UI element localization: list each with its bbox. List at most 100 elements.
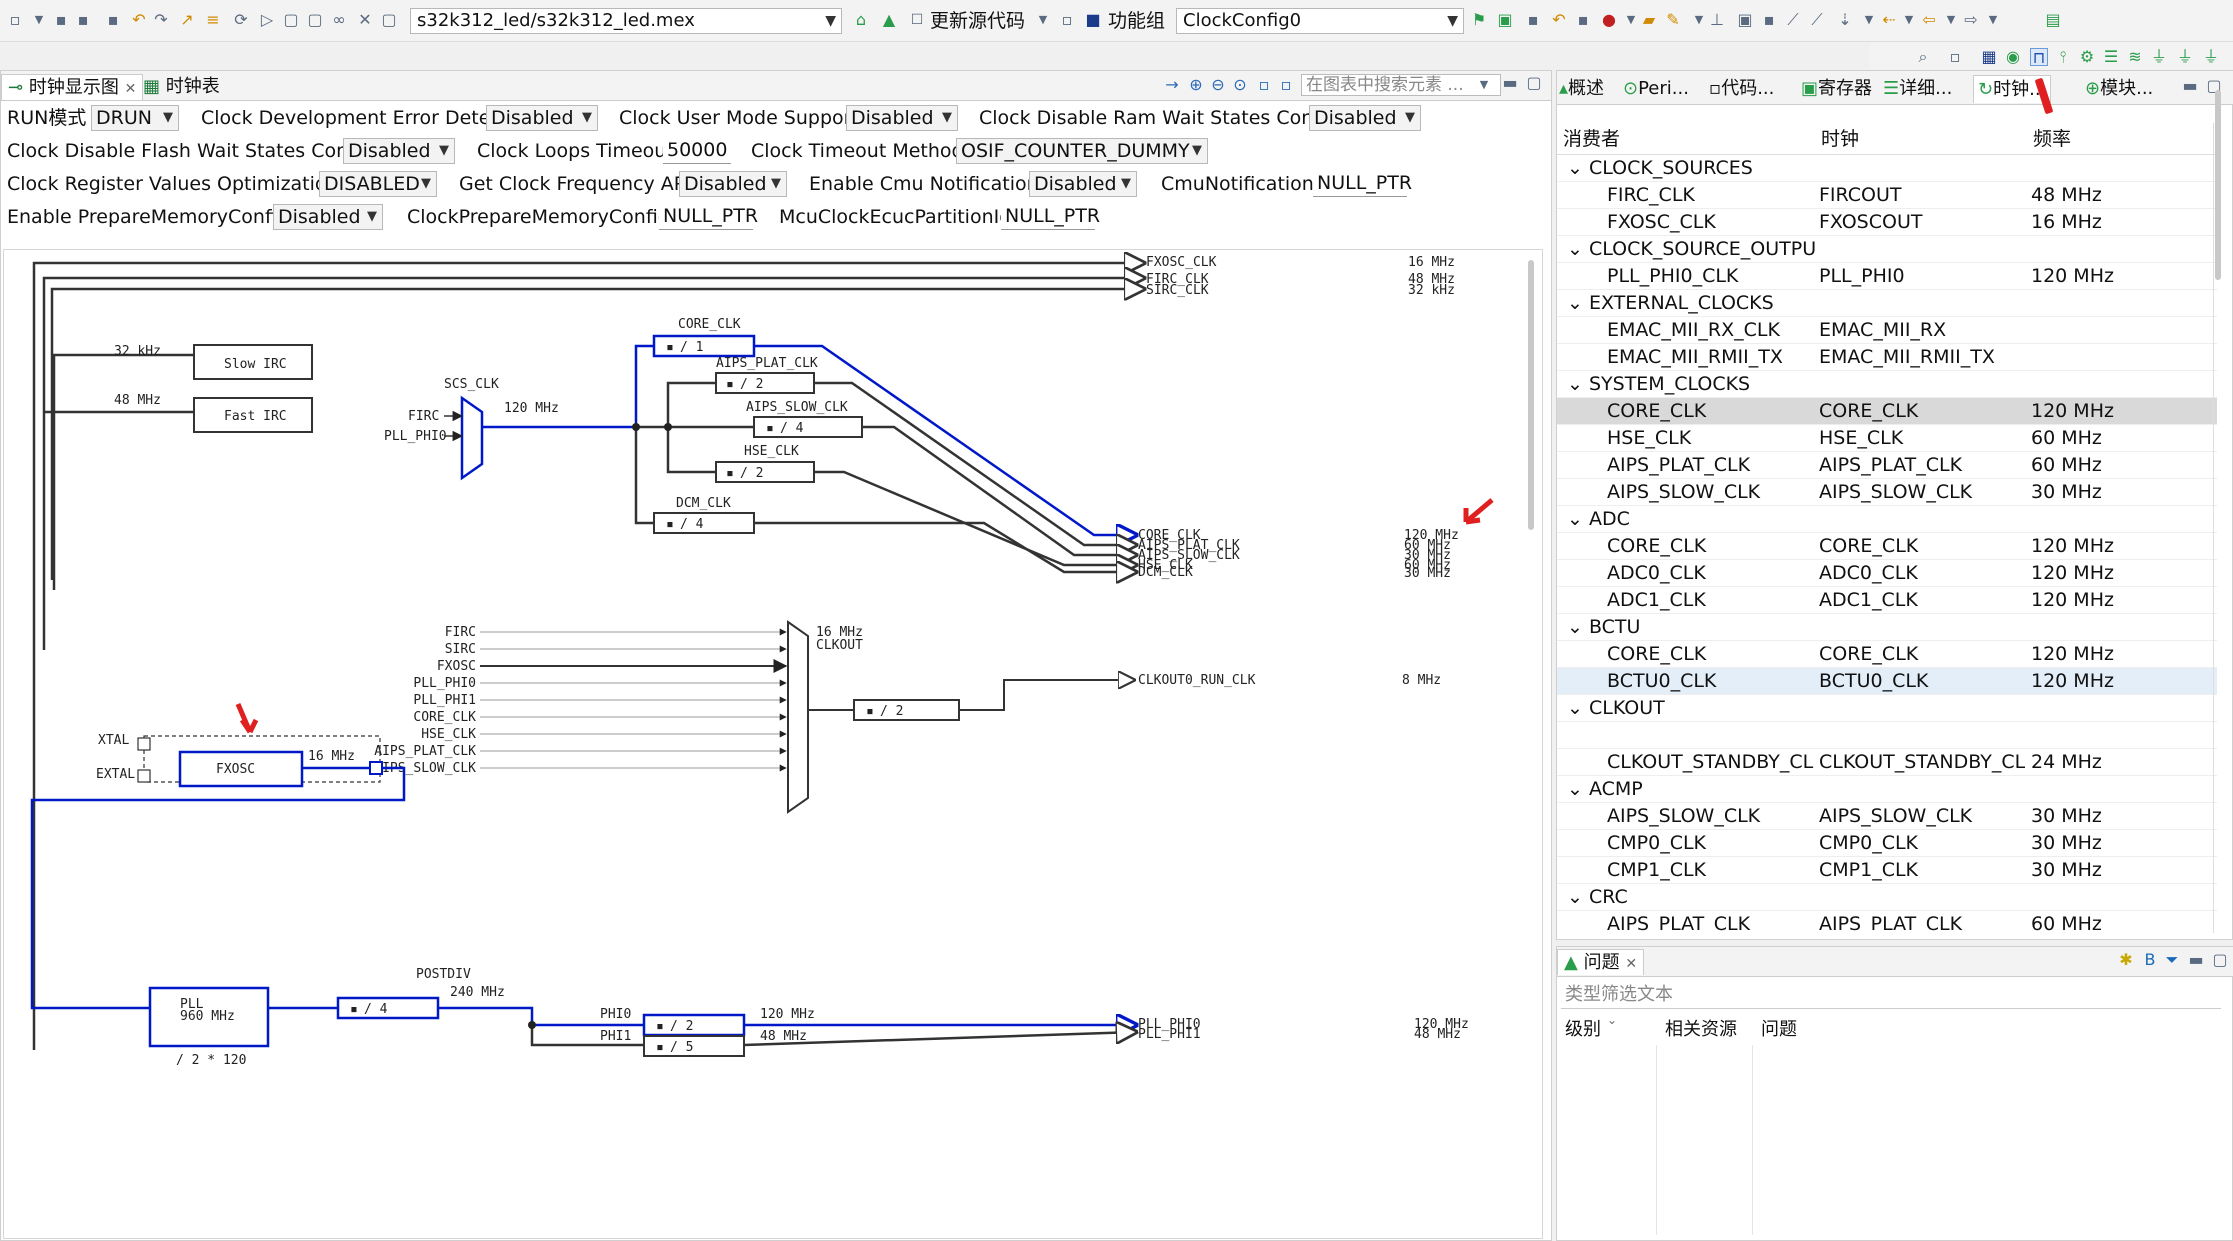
tab-code[interactable]: ▫代码... [1709, 75, 1774, 103]
warning-icon[interactable]: ▲ [880, 11, 898, 29]
tree-group-row[interactable]: ⌄ BCTU [1557, 614, 2217, 641]
mcu-partition-input[interactable]: NULL_PTR [1001, 204, 1100, 230]
pin-icon[interactable]: ⊥ [1708, 11, 1726, 29]
table-row[interactable]: CMP0_CLK CMP0_CLK 30 MHz [1557, 830, 2217, 857]
stop-icon[interactable]: ▢ [282, 11, 300, 29]
image-icon[interactable]: ▫ [1277, 76, 1295, 94]
tree-group-row[interactable]: ⌄ EXTERNAL_CLOCKS [1557, 290, 2217, 317]
tab-overview[interactable]: ▴概述 [1559, 75, 1604, 103]
tree-group-row[interactable]: ⌄ SYSTEM_CLOCKS [1557, 371, 2217, 398]
tool11-icon[interactable]: ☰ [2102, 48, 2120, 66]
slow-irc-block[interactable]: Slow IRC [193, 344, 313, 380]
table-row[interactable]: EMAC_MII_RMII_TX EMAC_MII_RMII_TX [1557, 344, 2217, 371]
zoom-in-icon[interactable]: ⊕ [1187, 76, 1205, 94]
pll-block[interactable]: PLL 960 MHz [148, 986, 270, 1048]
search-icon[interactable]: ⌕ [1914, 48, 1932, 66]
tool2-icon[interactable]: ▢ [380, 11, 398, 29]
clock-dev-err-select[interactable]: Disabled ▼ [486, 105, 598, 131]
tab-details[interactable]: ☰详细... [1883, 75, 1952, 103]
zoom-out-icon[interactable]: ⊖ [1209, 76, 1227, 94]
tool5-icon[interactable]: ▪ [1760, 11, 1778, 29]
clock-loops-input[interactable]: 50000 [663, 138, 731, 164]
back2-dropdown-icon[interactable]: ▼ [1942, 11, 1960, 29]
folder-icon[interactable]: ▰ [1640, 11, 1658, 29]
dropdown-icon[interactable]: ▼ [30, 11, 48, 29]
aips-plat-div-block[interactable]: ▪ / 2 [715, 372, 815, 394]
dcm-div-block[interactable]: ▪ / 4 [653, 512, 755, 534]
tree-group-row[interactable]: ⌄ ADC [1557, 506, 2217, 533]
prepare-mem-select[interactable]: Disabled ▼ [273, 204, 383, 230]
table-row[interactable]: AIPS_SLOW_CLK AIPS_SLOW_CLK 30 MHz [1557, 803, 2217, 830]
expand-chevron-icon[interactable]: ⌄ [1567, 238, 1589, 260]
tool7-icon[interactable]: ⟋ [1808, 11, 1826, 29]
arrow-right-icon[interactable]: → [1163, 76, 1181, 94]
table-row[interactable]: AIPS_SLOW_CLK AIPS_SLOW_CLK 30 MHz [1557, 479, 2217, 506]
get-freq-select[interactable]: Disabled ▼ [679, 171, 787, 197]
undo2-icon[interactable]: ↶ [1550, 11, 1568, 29]
col-clock[interactable]: 时钟 [1821, 123, 1859, 155]
update-code-button[interactable]: 更新源代码 [930, 9, 1025, 33]
diagram-scrollbar[interactable] [1528, 260, 1534, 530]
table-row[interactable]: CORE_CLK CORE_CLK 120 MHz [1557, 641, 2217, 668]
postdiv-block[interactable]: ▪ / 4 [336, 996, 440, 1020]
tool8-icon[interactable]: ▫ [1946, 48, 1964, 66]
checkbox-icon[interactable]: ☐ [908, 11, 926, 29]
perspective-icon[interactable]: ▤ [2044, 11, 2062, 29]
expand-chevron-icon[interactable]: ⌄ [1567, 697, 1589, 719]
brush-icon[interactable]: ✎ [1664, 11, 1682, 29]
col-level[interactable]: 级别 [1565, 1015, 1601, 1045]
clock-timeout-select[interactable]: OSIF_COUNTER_DUMMY ▼ [956, 138, 1208, 164]
diagram-search-input[interactable]: 在图表中搜索元素 ... [1301, 74, 1501, 96]
phi1-div-block[interactable]: ▪ / 5 [643, 1035, 745, 1057]
table-row[interactable]: ADC1_CLK ADC1_CLK 120 MHz [1557, 587, 2217, 614]
open-icon[interactable]: ↗ [178, 11, 196, 29]
search-dropdown-icon[interactable]: ▼ [1475, 76, 1493, 94]
link-icon[interactable]: ∞ [330, 11, 348, 29]
minimize-icon[interactable]: ▬ [2187, 951, 2205, 969]
tool10-icon[interactable]: ⚙ [2078, 48, 2096, 66]
function-group-select[interactable]: ClockConfig0 ▼ [1176, 8, 1464, 34]
save-all-icon[interactable]: ▪ [74, 11, 92, 29]
forward-icon[interactable]: ⇨ [1962, 11, 1980, 29]
play-icon[interactable]: ▷ [258, 11, 276, 29]
bold-icon[interactable]: B [2141, 951, 2159, 969]
home-icon[interactable]: ⌂ [852, 11, 870, 29]
expand-chevron-icon[interactable]: ⌄ [1567, 886, 1589, 908]
tab-registers[interactable]: ▣寄存器 [1801, 75, 1872, 103]
redo-icon[interactable]: ↷ [152, 11, 170, 29]
cmu-notif-select[interactable]: Disabled ▼ [1029, 171, 1137, 197]
back-dropdown-icon[interactable]: ▼ [1900, 11, 1918, 29]
back-icon[interactable]: ⇠ [1880, 11, 1898, 29]
refresh-icon[interactable]: ⟳ [232, 11, 250, 29]
table-row[interactable]: AIPS_PLAT_CLK AIPS_PLAT_CLK 60 MHz [1557, 452, 2217, 479]
tool13-icon[interactable]: ⏚ [2150, 48, 2168, 66]
close-icon[interactable]: ✕ [1625, 956, 1637, 972]
run-mode-select[interactable]: DRUN ▼ [91, 105, 179, 131]
view-icon[interactable]: ▢ [306, 11, 324, 29]
tab-peripherals[interactable]: ⊙Peri... [1623, 75, 1689, 103]
update-dropdown-icon[interactable]: ▼ [1034, 11, 1052, 29]
tool4-icon[interactable]: ▪ [1574, 11, 1592, 29]
lightbulb-icon[interactable]: ✱ [2117, 951, 2135, 969]
table-row[interactable]: PLL_PHI0_CLK PLL_PHI0 120 MHz [1557, 263, 2217, 290]
scs-mux[interactable] [460, 395, 484, 481]
tree-group-row[interactable]: ⌄ CRC [1557, 884, 2217, 911]
tool12-icon[interactable]: ≋ [2126, 48, 2144, 66]
zoom-fit-icon[interactable]: ⊙ [1231, 76, 1249, 94]
core-div-block[interactable]: ▪ / 1 [652, 334, 756, 358]
clocks-icon[interactable]: ⊓ [2030, 48, 2048, 67]
tree-group-row[interactable]: ⌄ ACMP [1557, 776, 2217, 803]
table-row[interactable]: FIRC_CLK FIRCOUT 48 MHz [1557, 182, 2217, 209]
maximize-icon[interactable]: ▢ [2211, 951, 2229, 969]
project-select[interactable]: s32k312_led/s32k312_led.mex ▼ [410, 8, 842, 34]
maximize-icon[interactable]: ▢ [1525, 74, 1543, 92]
problems-filter-input[interactable]: 类型筛选文本 [1561, 981, 2221, 1009]
expand-chevron-icon[interactable]: ⌄ [1567, 292, 1589, 314]
table-vertical-scrollbar[interactable] [2215, 90, 2221, 280]
tab-clock-diagram[interactable]: ⊸ 时钟显示图 ✕ [1, 74, 144, 100]
expand-chevron-icon[interactable]: ⌄ [1567, 373, 1589, 395]
tab-problems[interactable]: ▲ 问题 ✕ [1557, 949, 1645, 975]
table-row[interactable]: AIPS_PLAT_CLK AIPS_PLAT_CLK 60 MHz [1557, 911, 2217, 933]
new-icon[interactable]: ▫ [6, 11, 24, 29]
pins-icon[interactable]: ▦ [1980, 48, 1998, 66]
